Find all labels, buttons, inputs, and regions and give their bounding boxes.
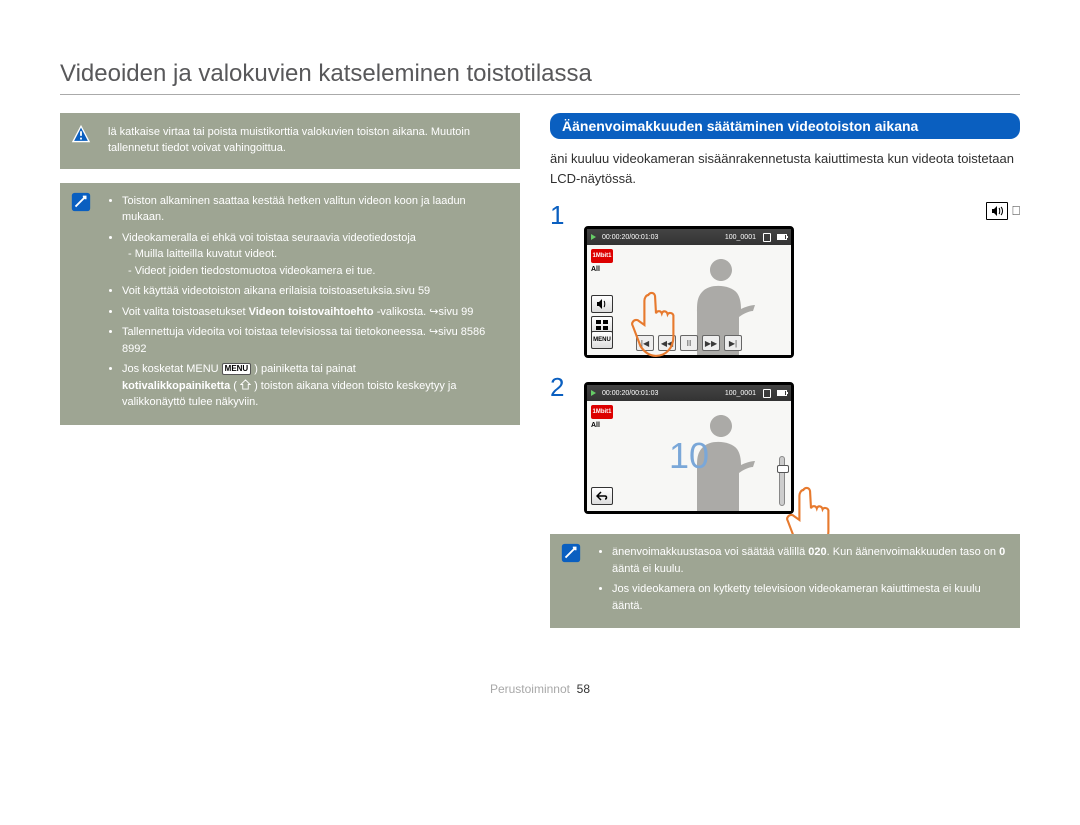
lcd-clip: 100_0001 — [725, 390, 756, 397]
menu-button[interactable]: MENU — [591, 331, 613, 349]
lcd-screen-1: 00:00:20/00:01:03 100_0001 1Mbit1 All — [584, 226, 794, 358]
page-title: Videoiden ja valokuvien katseleminen toi… — [60, 60, 1020, 88]
battery-icon — [777, 390, 787, 396]
info-box-right: änenvoimakkuustasoa voi säätää välillä 0… — [550, 534, 1020, 628]
info-box-left: Toiston alkaminen saattaa kestää hetken … — [60, 183, 520, 425]
section-heading: Äänenvoimakkuuden säätäminen videotoisto… — [550, 113, 1020, 139]
footer-section: Perustoiminnot — [490, 682, 570, 696]
note-icon — [70, 191, 92, 213]
info-left-sub: - Muilla laitteilla kuvatut videot. — [128, 246, 506, 263]
sd-card-icon — [763, 233, 771, 242]
section-intro: äni kuuluu videokameran sisäänrakennetus… — [550, 149, 1020, 188]
info-left-tail: ) painiketta tai painat — [254, 363, 356, 375]
info-left-item-text: Videokameralla ei ehkä voi toistaa seura… — [122, 232, 416, 244]
info-left-bold: Videon toistovaihtoehto — [249, 306, 374, 318]
all-label: All — [591, 266, 613, 273]
page-number: 58 — [577, 682, 590, 696]
battery-icon — [777, 234, 787, 240]
bracket-glyph: ⎕ — [1012, 203, 1020, 219]
slider-knob[interactable] — [777, 465, 789, 473]
bold-range: 020 — [808, 546, 826, 558]
info-left-item: Tallennettuja videoita voi toistaa telev… — [122, 324, 506, 357]
back-button[interactable] — [591, 487, 613, 505]
sd-card-icon — [763, 389, 771, 398]
info-right-item: änenvoimakkuustasoa voi säätää välillä 0… — [612, 544, 1006, 577]
step-1: 1 ⎕ 00:00:20/00: — [550, 202, 1020, 358]
play-indicator-icon — [591, 234, 596, 240]
play-indicator-icon — [591, 390, 596, 396]
info-left-item: Voit käyttää videotoiston aikana erilais… — [122, 283, 506, 300]
step-number: 1 — [550, 202, 570, 358]
all-label: All — [591, 422, 613, 429]
lcd-clip: 100_0001 — [725, 234, 756, 241]
volume-button[interactable] — [591, 295, 613, 313]
volume-callout: ⎕ — [986, 202, 1020, 220]
warning-box: lä katkaise virtaa tai poista muistikort… — [60, 113, 520, 169]
rec-format-badge: 1Mbit1 — [591, 249, 613, 263]
info-left-item: Toiston alkaminen saattaa kestää hetken … — [122, 193, 506, 226]
lcd-time: 00:00:20/00:01:03 — [602, 234, 658, 241]
forward-button[interactable]: ▶▶ — [702, 335, 720, 351]
info-right-item: Jos videokamera on kytketty televisioon … — [612, 581, 1006, 614]
info-left-item: Jos kosketat MENU MENU ) painiketta tai … — [122, 361, 506, 411]
info-left-item: Videokameralla ei ehkä voi toistaa seura… — [122, 230, 506, 280]
warning-icon — [70, 123, 92, 145]
info-left-item-text: Voit valita toistoasetukset Videon toist… — [122, 306, 473, 318]
rec-format-badge: 1Mbit1 — [591, 405, 613, 419]
title-divider — [60, 94, 1020, 95]
menu-badge-icon: MENU — [222, 363, 252, 375]
info-left-sub: - Videot joiden tiedostomuotoa videokame… — [128, 263, 506, 280]
home-icon — [240, 379, 251, 390]
info-left-item: Voit valita toistoasetukset Videon toist… — [122, 304, 506, 321]
bold-zero: 0 — [999, 546, 1005, 558]
touch-hand-icon — [627, 289, 685, 359]
lcd-time: 00:00:20/00:01:03 — [602, 390, 658, 397]
next-button[interactable]: ▶| — [724, 335, 742, 351]
step-number: 2 — [550, 374, 570, 514]
step-2: 2 00:00:20/00:01:03 100_0001 — [550, 374, 1020, 514]
volume-level: 10 — [669, 435, 709, 477]
lcd-screen-2: 00:00:20/00:01:03 100_0001 1Mbit1 All — [584, 382, 794, 514]
lcd-status-bar: 00:00:20/00:01:03 100_0001 — [587, 229, 791, 245]
lcd-status-bar: 00:00:20/00:01:03 100_0001 — [587, 385, 791, 401]
home-button-label: kotivalikkopainiketta — [122, 380, 230, 392]
info-left-item-text: Jos kosketat MENU — [122, 363, 219, 375]
note-icon — [560, 542, 582, 564]
warning-text: lä katkaise virtaa tai poista muistikort… — [108, 126, 470, 154]
page-footer: Perustoiminnot 58 — [60, 682, 1020, 696]
speaker-icon — [986, 202, 1008, 220]
